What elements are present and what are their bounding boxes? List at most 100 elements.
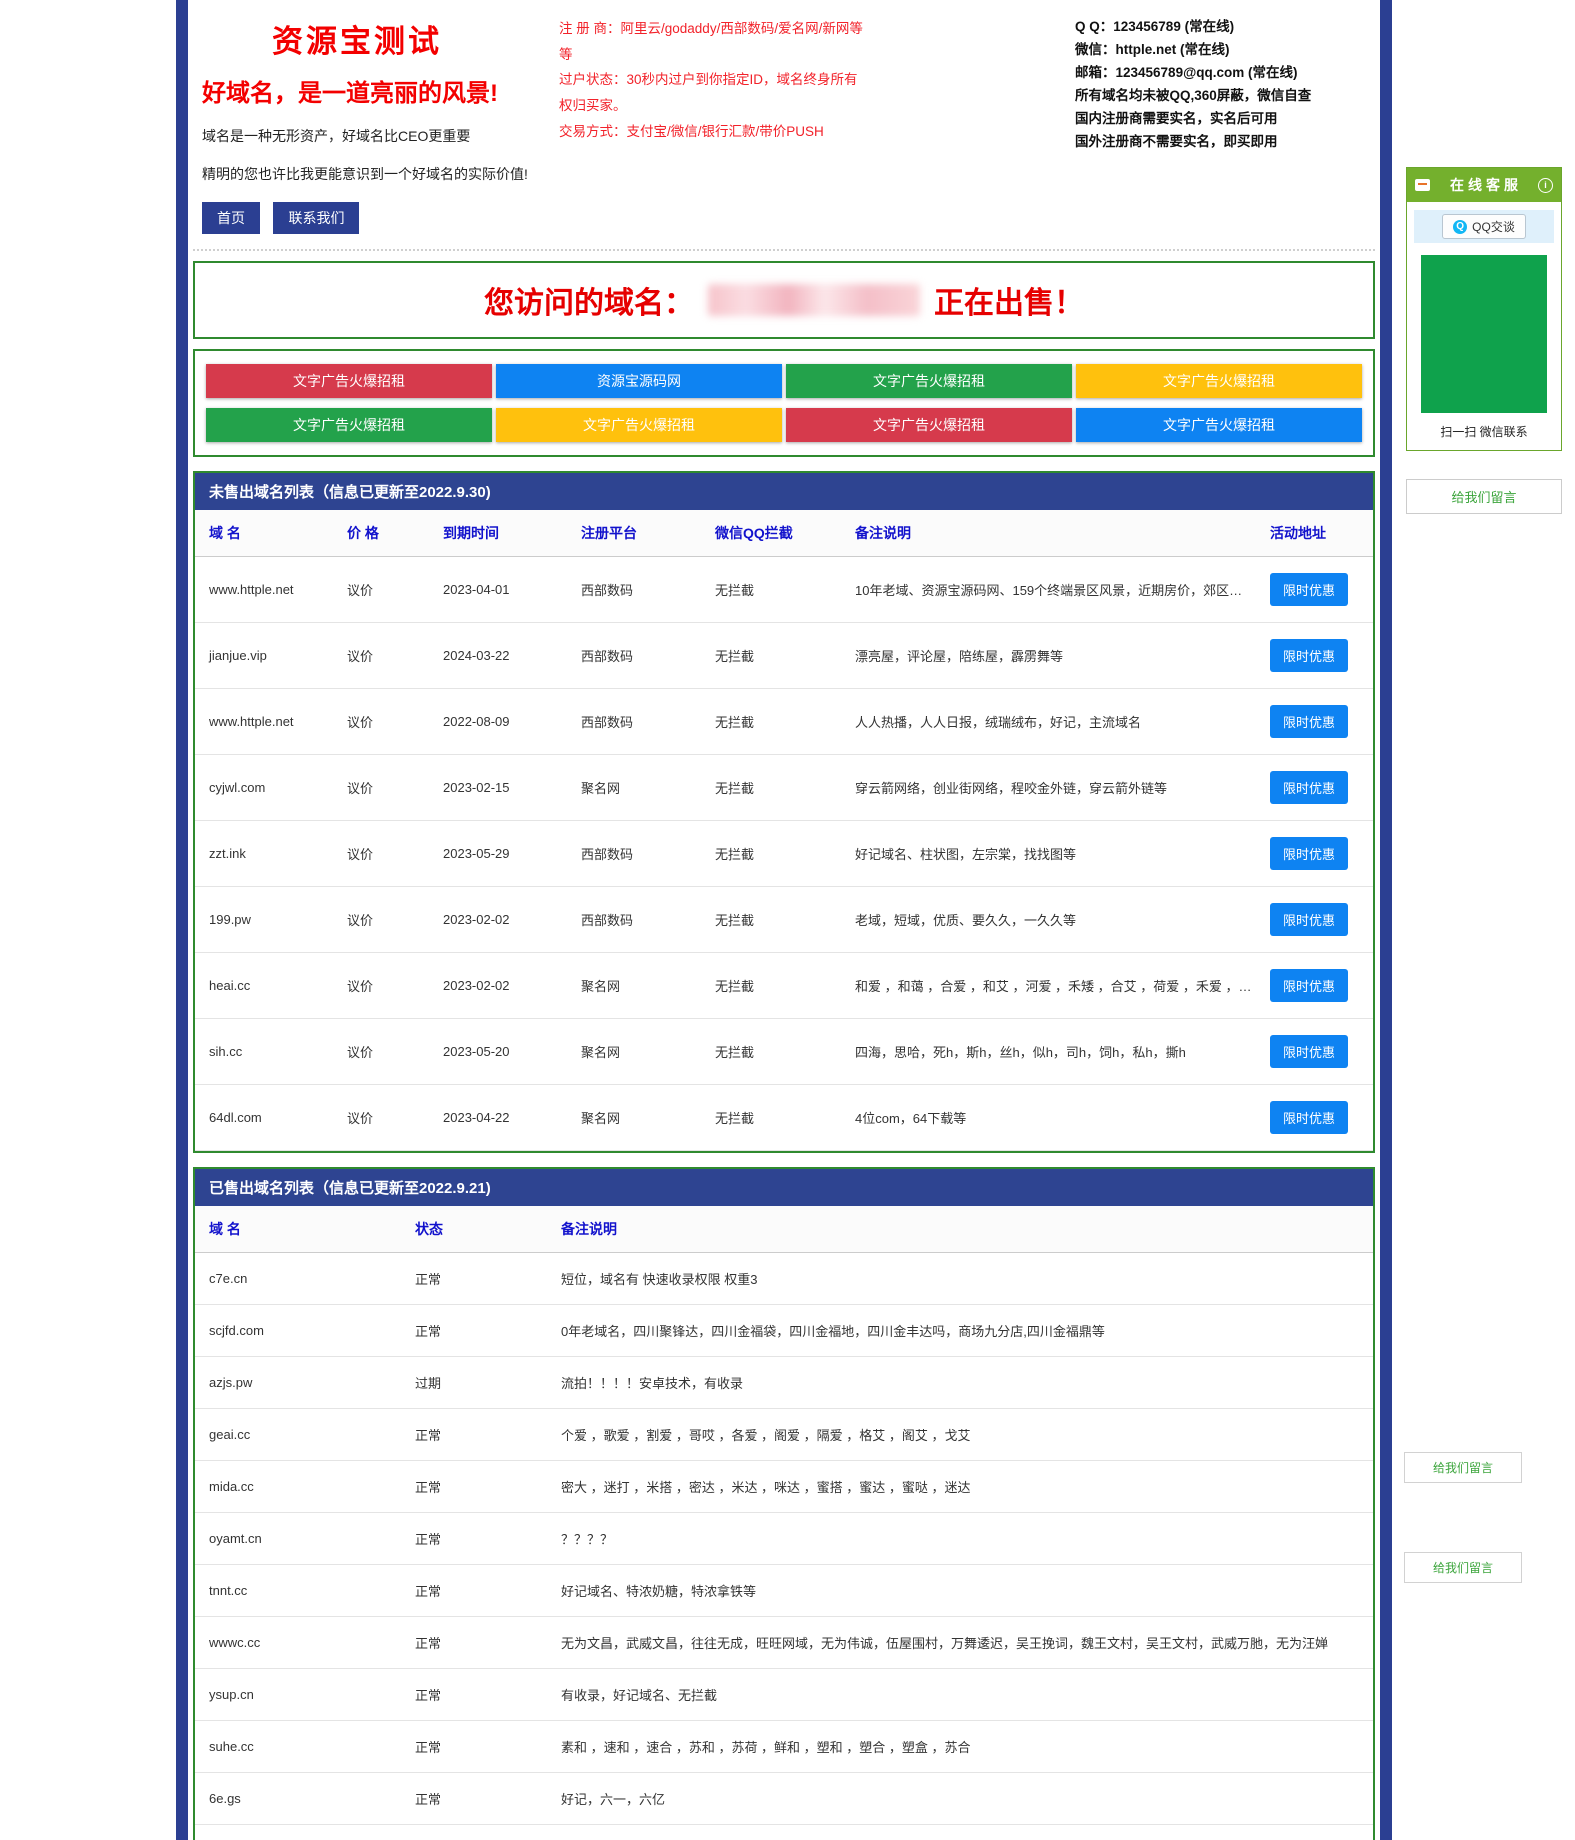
expire-cell: 2023-02-02: [435, 953, 573, 1019]
limited-offer-button[interactable]: 限时优惠: [1270, 705, 1348, 738]
ad-slot[interactable]: 文字广告火爆招租: [786, 408, 1072, 442]
domain-cell: 64dl.com: [195, 1085, 339, 1151]
expire-cell: 2024-03-22: [435, 623, 573, 689]
limited-offer-button[interactable]: 限时优惠: [1270, 1101, 1348, 1134]
status-cell: 正常: [407, 1305, 553, 1357]
domain-cell: www.httple.net: [195, 557, 339, 623]
ad-slot[interactable]: 文字广告火爆招租: [206, 364, 492, 398]
limited-offer-button[interactable]: 限时优惠: [1270, 969, 1348, 1002]
status-cell: 正常: [407, 1461, 553, 1513]
sold-section-title: 已售出域名列表（信息已更新至2022.9.21): [195, 1169, 1373, 1206]
ad-slot[interactable]: 文字广告火爆招租: [206, 408, 492, 442]
site-logo: 资源宝测试: [202, 16, 512, 61]
note-cell: 四海，思哈，死h，斯h，丝h，似h，司h，饲h，私h，撕h: [847, 1019, 1262, 1085]
sold-domains-table: 域 名 状态 备注说明 c7e.cn 正常 短位，域名有 快速收录权限 权重3 …: [195, 1206, 1373, 1840]
qr-caption: 扫一扫 微信联系: [1414, 423, 1554, 440]
domain-cell: zzt.ink: [195, 821, 339, 887]
col-price: 价 格: [339, 510, 435, 557]
ad-slot[interactable]: 资源宝源码网: [496, 364, 782, 398]
ad-slot[interactable]: 文字广告火爆招租: [1076, 408, 1362, 442]
registrar-label: 注 册 商：: [559, 21, 621, 36]
note-cell: 密大 ，迷打 ，米搭 ，密达 ，米达 ，咪达 ，蜜搭 ，蜜达 ，蜜哒 ，迷达: [553, 1461, 1373, 1513]
table-row: tnnt.cc 正常 好记域名、特浓奶糖，特浓拿铁等: [195, 1565, 1373, 1617]
contact-note-3: 国外注册商不需要实名，即买即用: [1075, 131, 1370, 154]
note-cell: 和爱 ，和蔼 ，合爱 ，和艾 ，河爱 ，禾矮 ，合艾 ，荷爱 ，禾爱 ，贺爱: [847, 953, 1262, 1019]
domain-cell: oyamt.cn: [195, 1513, 407, 1565]
note-cell: 好记域名、特浓奶糖，特浓拿铁等: [553, 1565, 1373, 1617]
main-container: 资源宝测试 好域名，是一道亮丽的风景! 域名是一种无形资产，好域名比CEO更重要…: [176, 0, 1392, 1840]
banner-suffix: 正在出售！: [934, 278, 1084, 322]
table-row: scjfd.com 正常 0年老域名，四川聚锋达，四川金福袋，四川金福地，四川金…: [195, 1305, 1373, 1357]
col-domain: 域 名: [195, 1206, 407, 1253]
table-row: www.httple.net 议价 2023-04-01 西部数码 无拦截 10…: [195, 557, 1373, 623]
platform-cell: 西部数码: [573, 689, 707, 755]
block-cell: 无拦截: [707, 1019, 847, 1085]
leave-message-floating-link[interactable]: 给我们留言: [1404, 1552, 1522, 1583]
platform-cell: 聚名网: [573, 953, 707, 1019]
domain-cell: scjfd.com: [195, 1305, 407, 1357]
status-cell: 正常: [407, 1409, 553, 1461]
table-row: 6e.gs 正常 好记，六一，六亿: [195, 1773, 1373, 1825]
note-cell: 好记，六一，六亿: [553, 1773, 1373, 1825]
ad-slot[interactable]: 文字广告火爆招租: [786, 364, 1072, 398]
leave-message-link[interactable]: 给我们留言: [1406, 479, 1562, 514]
expire-cell: 2023-05-29: [435, 821, 573, 887]
site-desc-1: 域名是一种无形资产，好域名比CEO更重要: [202, 126, 547, 146]
table-row: geai.cc 正常 个爱 ，歌爱 ，割爱 ，哥哎 ，各爱 ，阁爱 ，隔爱 ，格…: [195, 1409, 1373, 1461]
limited-offer-button[interactable]: 限时优惠: [1270, 639, 1348, 672]
table-row: ysup.cn 正常 有收录，好记域名、无拦截: [195, 1669, 1373, 1721]
price-cell: 议价: [339, 887, 435, 953]
table-row: mida.cc 正常 密大 ，迷打 ，米搭 ，密达 ，米达 ，咪达 ，蜜搭 ，蜜…: [195, 1461, 1373, 1513]
price-cell: 议价: [339, 755, 435, 821]
qq-chat-button[interactable]: Q QQ交谈: [1442, 214, 1526, 239]
table-row: heai.cc 议价 2023-02-02 聚名网 无拦截 和爱 ，和蔼 ，合爱…: [195, 953, 1373, 1019]
col-note: 备注说明: [847, 510, 1262, 557]
info-icon[interactable]: i: [1538, 178, 1553, 193]
price-cell: 议价: [339, 623, 435, 689]
block-cell: 无拦截: [707, 821, 847, 887]
note-cell: 人人热播，人人日报，绒瑞绒布，好记，主流域名: [847, 689, 1262, 755]
block-cell: 无拦截: [707, 557, 847, 623]
status-cell: 正常: [407, 1721, 553, 1773]
ad-slot[interactable]: 文字广告火爆招租: [1076, 364, 1362, 398]
banner-prefix: 您访问的域名：: [484, 278, 694, 322]
domain-cell: mida.cc: [195, 1461, 407, 1513]
domain-cell: wwwc.cc: [195, 1617, 407, 1669]
status-cell: 正常: [407, 1825, 553, 1840]
unsold-domains-section: 未售出域名列表（信息已更新至2022.9.30) 域 名 价 格 到期时间 注册…: [193, 471, 1375, 1153]
limited-offer-button[interactable]: 限时优惠: [1270, 573, 1348, 606]
domain-cell: c7e.cn: [195, 1253, 407, 1305]
limited-offer-button[interactable]: 限时优惠: [1270, 903, 1348, 936]
contact-note-2: 国内注册商需要实名，实名后可用: [1075, 108, 1370, 131]
ad-banner-grid: 文字广告火爆招租 资源宝源码网 文字广告火爆招租 文字广告火爆招租 文字广告火爆…: [193, 349, 1375, 457]
table-row: suhe.cc 正常 素和 ，速和 ，速合 ，苏和 ，苏荷 ，鲜和 ，塑和 ，塑…: [195, 1721, 1373, 1773]
col-action: 活动地址: [1262, 510, 1373, 557]
col-platform: 注册平台: [573, 510, 707, 557]
nav-bar: 首页 联系我们: [202, 202, 1380, 234]
price-cell: 议价: [339, 821, 435, 887]
domain-cell: 6e.gs: [195, 1773, 407, 1825]
note-cell: 无为文昌，武威文昌，往往无成，旺旺网域，无为伟诚，伍屋围村，万舞逶迟，吴王挽词，…: [553, 1617, 1373, 1669]
limited-offer-button[interactable]: 限时优惠: [1270, 837, 1348, 870]
leave-message-floating-link[interactable]: 给我们留言: [1404, 1452, 1522, 1483]
price-cell: 议价: [339, 1019, 435, 1085]
table-row: jianjue.vip 议价 2024-03-22 西部数码 无拦截 漂亮屋，评…: [195, 623, 1373, 689]
qq-chat-strip: Q QQ交谈: [1414, 210, 1554, 243]
customer-service-body: Q QQ交谈 扫一扫 微信联系: [1407, 202, 1561, 450]
domain-cell: azjs.pw: [195, 1357, 407, 1409]
status-cell: 正常: [407, 1513, 553, 1565]
col-status: 状态: [407, 1206, 553, 1253]
price-cell: 议价: [339, 1085, 435, 1151]
limited-offer-button[interactable]: 限时优惠: [1270, 771, 1348, 804]
nav-home-button[interactable]: 首页: [202, 202, 260, 234]
payment-label: 交易方式：: [559, 124, 627, 139]
ad-slot[interactable]: 文字广告火爆招租: [496, 408, 782, 442]
nav-contact-button[interactable]: 联系我们: [273, 202, 359, 234]
qq-chat-label: QQ交谈: [1472, 218, 1515, 235]
price-cell: 议价: [339, 689, 435, 755]
domain-cell: suhe.cc: [195, 1721, 407, 1773]
limited-offer-button[interactable]: 限时优惠: [1270, 1035, 1348, 1068]
contact-wechat: 微信：httple.net (常在线): [1075, 39, 1370, 62]
block-cell: 无拦截: [707, 1085, 847, 1151]
contact-qq: Q Q：123456789 (常在线): [1075, 16, 1370, 39]
